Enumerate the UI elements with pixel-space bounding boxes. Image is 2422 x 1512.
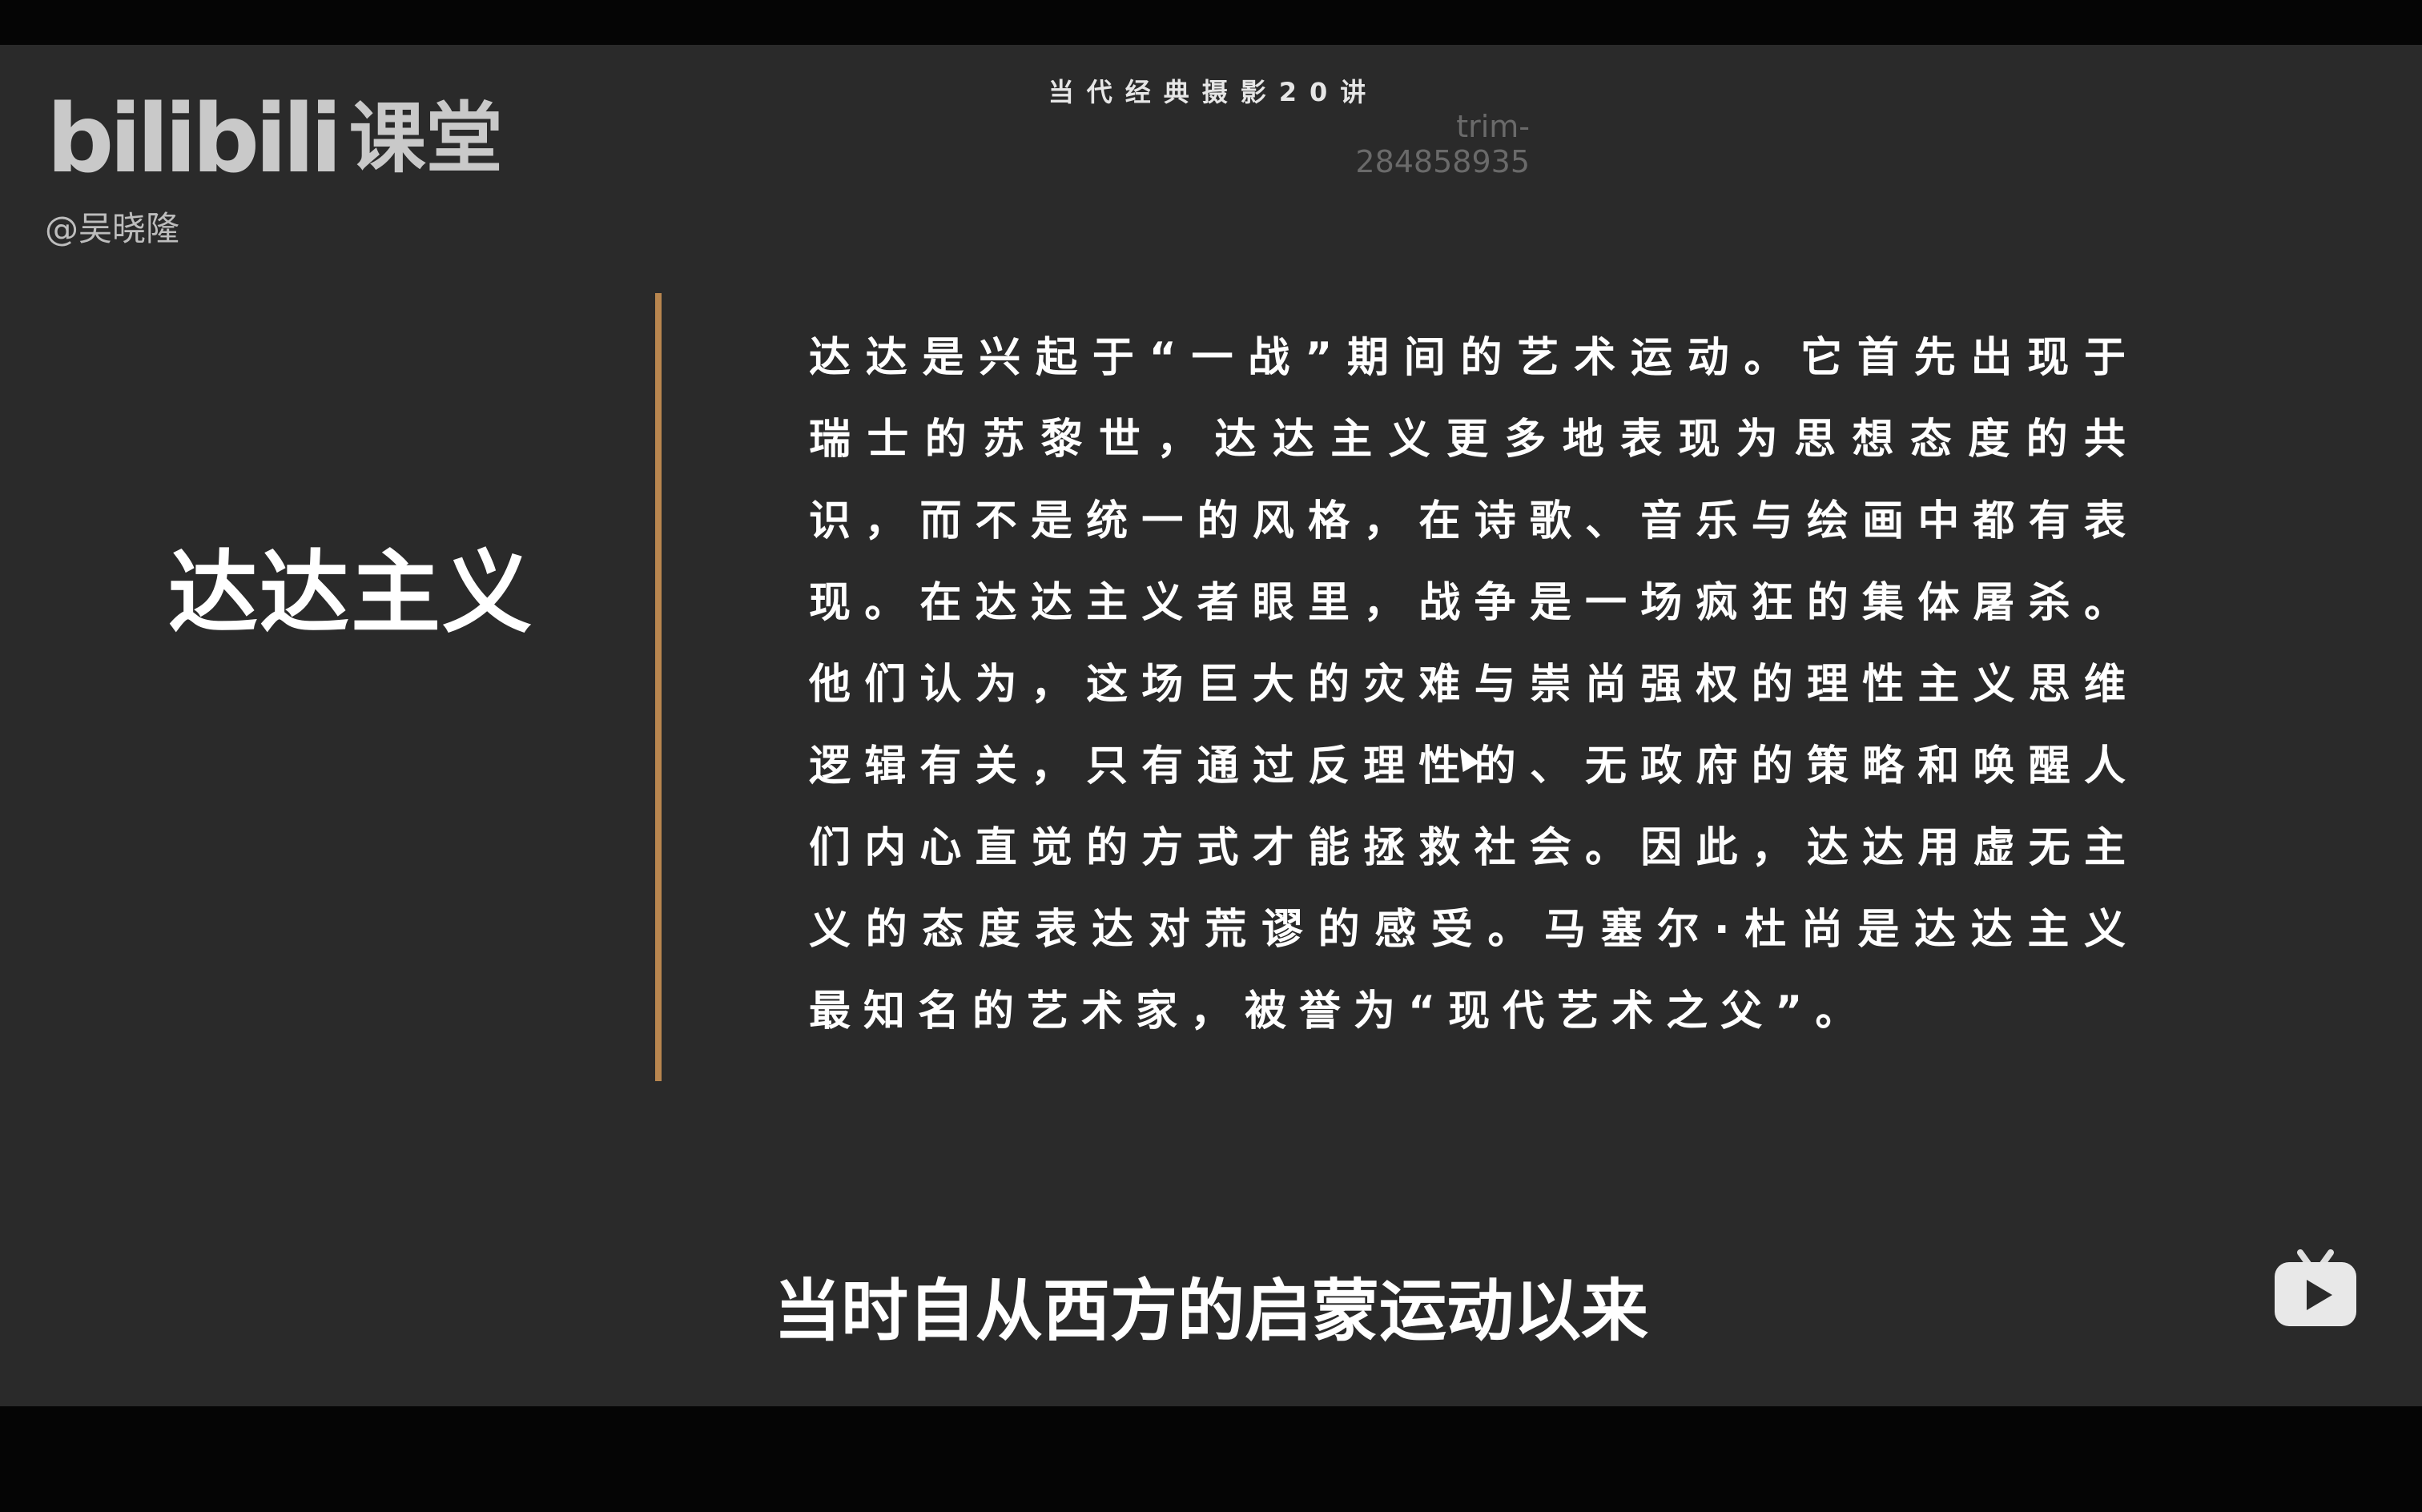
letterbox-bottom bbox=[0, 1406, 2422, 1512]
letterbox-top bbox=[0, 0, 2422, 45]
bilibili-logo-mark: bilibili bbox=[46, 83, 343, 194]
slide-heading: 达达主义 bbox=[168, 541, 533, 645]
bilibili-logo: bilibili 课堂 bbox=[46, 86, 503, 191]
bilibili-logo-text: 课堂 bbox=[348, 94, 503, 183]
watermark-line-2: 284858935 bbox=[1355, 144, 1530, 179]
video-subtitle: 当时自从西方的启蒙运动以来 bbox=[773, 1272, 1648, 1350]
series-title: 当代经典摄影20讲 bbox=[1048, 77, 1379, 107]
watermark: trim- 284858935 bbox=[1346, 109, 1530, 179]
slide-divider bbox=[655, 293, 662, 1081]
bilibili-tv-icon[interactable] bbox=[2271, 1249, 2360, 1329]
uploader-name: @吴晓隆 bbox=[45, 209, 180, 248]
watermark-line-1: trim- bbox=[1456, 109, 1530, 144]
slide-body-text: 达达是兴起于“一战”期间的艺术运动。它首先出现于瑞士的苏黎世，达达主义更多地表现… bbox=[809, 334, 2138, 1035]
